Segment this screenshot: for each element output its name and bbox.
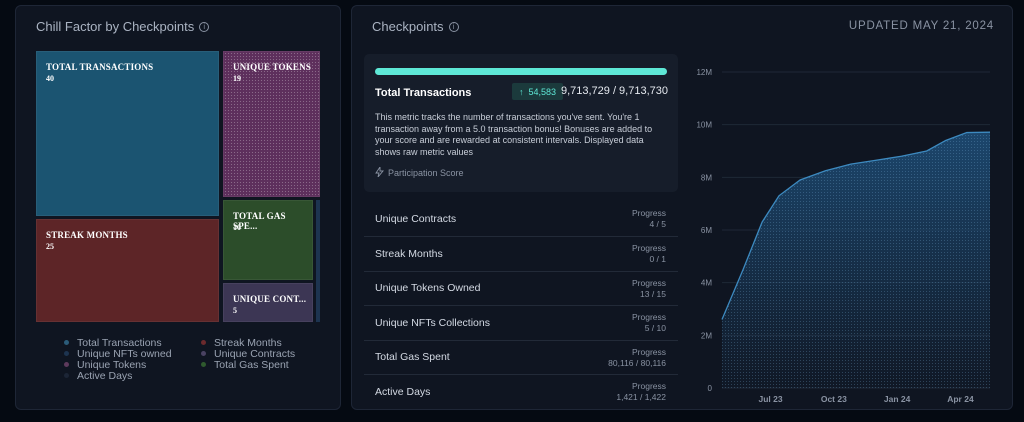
progress-value: 0 / 1 <box>649 254 666 265</box>
tile-label: UNIQUE CONT... <box>233 294 307 304</box>
legend-item[interactable]: Unique Contracts <box>201 348 321 360</box>
row-label: Active Days <box>375 385 431 398</box>
legend-swatch <box>64 373 69 378</box>
increase-badge: ↑ 54,583 <box>512 83 564 100</box>
treemap-legend: Total Transactions Streak Months Unique … <box>64 337 324 382</box>
treemap-tile-sliver <box>316 200 320 322</box>
badge-value: 54,583 <box>528 86 557 97</box>
updated-date: UPDATED MAY 21, 2024 <box>848 20 994 32</box>
arrow-up-icon: ↑ <box>519 86 524 97</box>
checkpoint-row-total-gas-spent[interactable]: Total Gas Spent Progress 80,116 / 80,116 <box>364 339 678 374</box>
transactions-area-chart: 0 2M 4M 6M 8M 10M 12M Jul 23 Oct 23 Jan 24 Apr 24 <box>696 68 991 404</box>
progress-value: 13 / 15 <box>640 288 666 299</box>
progress-value: 4 / 5 <box>649 219 666 229</box>
tile-label: UNIQUE TOKENS <box>233 62 312 72</box>
info-icon[interactable]: i <box>199 21 210 32</box>
checkpoint-row-unique-tokens-owned[interactable]: Unique Tokens Owned Progress 13 / 15 <box>364 270 678 305</box>
legend-item[interactable]: Active Days <box>64 369 201 382</box>
progress-fill <box>375 68 667 75</box>
treemap-tile-unique-tokens[interactable]: UNIQUE TOKENS 19 <box>223 51 320 197</box>
legend-item[interactable]: Total Gas Spent <box>201 358 321 371</box>
row-progress: Progress 80,116 / 80,116 <box>608 347 666 369</box>
chill-factor-title: Chill Factor by Checkpoints i <box>36 19 210 34</box>
tile-label: TOTAL TRANSACTIONS <box>46 62 154 72</box>
legend-swatch <box>64 351 69 356</box>
progress-bar <box>375 68 667 75</box>
progress-value: 5 / 10 <box>644 323 666 334</box>
featured-description: This metric tracks the number of transac… <box>375 112 653 157</box>
treemap-tile-unique-contracts[interactable]: UNIQUE CONT... 5 <box>223 283 313 322</box>
progress-value: 1,421 / 1,422 <box>616 391 666 402</box>
row-label: Unique Contracts <box>375 213 457 226</box>
x-tick-label: Jan 24 <box>884 394 911 404</box>
row-label: Unique NFTs Collections <box>375 316 490 329</box>
featured-value: 9,713,729 / 9,713,730 <box>560 85 668 97</box>
x-tick-label: Jul 23 <box>758 394 782 404</box>
area-texture <box>722 132 990 388</box>
checkpoint-row-unique-contracts[interactable]: Unique Contracts Progress 4 / 5 <box>364 202 678 236</box>
participation-score-label: Participation Score <box>388 168 464 178</box>
checkpoints-panel: Checkpoints i UPDATED MAY 21, 2024 Total… <box>351 5 1013 410</box>
progress-label: Progress <box>631 208 666 218</box>
y-tick-label: 6M <box>701 226 712 235</box>
y-tick-label: 0 <box>708 384 713 393</box>
legend-swatch <box>201 362 206 367</box>
row-label: Total Gas Spent <box>375 351 450 364</box>
legend-item[interactable]: Unique Tokens <box>64 359 201 371</box>
treemap-tile-total-transactions[interactable]: TOTAL TRANSACTIONS 40 <box>36 51 219 216</box>
row-progress: Progress 1,421 / 1,422 <box>616 381 666 403</box>
legend-item[interactable]: Streak Months <box>201 337 321 349</box>
tile-value: 19 <box>233 74 241 83</box>
legend-swatch <box>201 351 206 356</box>
checkpoint-row-active-days[interactable]: Active Days Progress 1,421 / 1,422 <box>364 373 678 408</box>
row-progress: Progress 5 / 10 <box>632 312 666 334</box>
row-progress: Progress 0 / 1 <box>632 243 666 265</box>
row-progress: Progress 13 / 15 <box>632 278 666 300</box>
x-tick-label: Apr 24 <box>947 394 974 404</box>
legend-swatch <box>64 362 69 367</box>
tile-value: 5 <box>233 306 237 315</box>
x-tick-label: Oct 23 <box>821 394 847 404</box>
legend-item[interactable]: Unique NFTs owned <box>64 348 201 360</box>
chill-factor-panel: Chill Factor by Checkpoints i TOTAL TRAN… <box>15 5 341 410</box>
featured-title: Total Transactions <box>375 87 472 99</box>
row-progress: Progress 4 / 5 <box>632 208 666 230</box>
legend-swatch <box>64 340 69 345</box>
y-tick-label: 12M <box>696 68 712 77</box>
checkpoint-list: Unique Contracts Progress 4 / 5 Streak Mo… <box>364 202 678 408</box>
progress-value: 80,116 / 80,116 <box>608 357 666 368</box>
progress-label: Progress <box>631 312 666 323</box>
panel-title: Checkpoints <box>372 19 444 34</box>
tile-value: 40 <box>46 74 54 83</box>
legend-swatch <box>201 340 206 345</box>
tile-value: 10 <box>233 223 241 232</box>
treemap-tile-total-gas-spent[interactable]: TOTAL GAS SPE... 10 <box>223 200 313 280</box>
legend-label: Total Gas Spent <box>214 358 289 371</box>
tile-label: STREAK MONTHS <box>46 230 128 240</box>
row-label: Unique Tokens Owned <box>375 282 481 295</box>
progress-label: Progress <box>631 243 666 254</box>
legend-label: Active Days <box>77 369 133 382</box>
lightning-icon <box>375 165 384 179</box>
y-tick-label: 8M <box>701 173 712 182</box>
tile-label: TOTAL GAS SPE... <box>233 211 286 231</box>
y-tick-label: 4M <box>701 279 712 288</box>
treemap-tile-streak-months[interactable]: STREAK MONTHS 25 <box>36 219 219 322</box>
featured-checkpoint-card[interactable]: Total Transactions ↑ 54,583 9,713,729 / … <box>364 54 678 192</box>
checkpoint-row-unique-nfts-collections[interactable]: Unique NFTs Collections Progress 5 / 10 <box>364 305 678 339</box>
participation-score: Participation Score <box>375 165 464 179</box>
progress-label: Progress <box>631 277 666 288</box>
y-tick-label: 2M <box>701 331 712 340</box>
progress-label: Progress <box>631 380 666 391</box>
legend-item[interactable]: Total Transactions <box>64 337 201 349</box>
checkpoints-title: Checkpoints i <box>372 19 459 34</box>
row-label: Streak Months <box>375 248 443 261</box>
panel-title: Chill Factor by Checkpoints <box>36 19 195 34</box>
info-icon[interactable]: i <box>448 21 459 32</box>
y-tick-label: 10M <box>696 121 712 130</box>
checkpoint-row-streak-months[interactable]: Streak Months Progress 0 / 1 <box>364 236 678 270</box>
progress-label: Progress <box>631 346 666 357</box>
tile-value: 25 <box>46 242 54 251</box>
